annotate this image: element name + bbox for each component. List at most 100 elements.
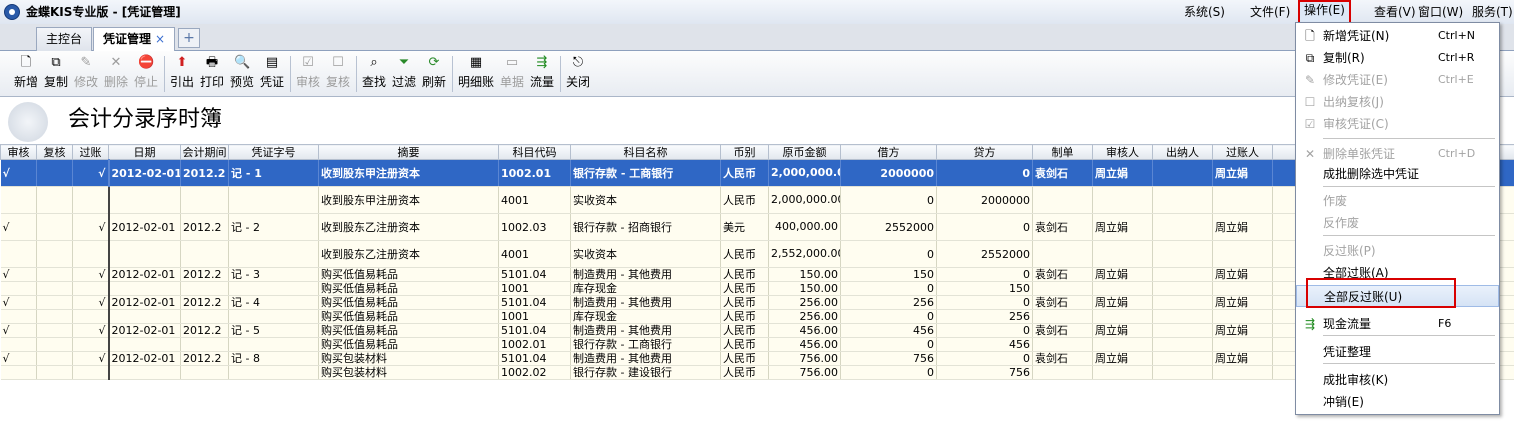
column-header[interactable]: 摘要 bbox=[318, 144, 499, 160]
annotation-highlight bbox=[1306, 278, 1456, 308]
table-cell: √ bbox=[0, 351, 37, 366]
table-row[interactable]: 购买低值易耗品 1001 库存现金 人民币 256.00 0 256 bbox=[0, 309, 1514, 324]
table-cell: 实收资本 bbox=[570, 186, 721, 214]
delete-button[interactable]: ✕ 删除 bbox=[102, 53, 130, 95]
column-header[interactable]: 审核人 bbox=[1092, 144, 1153, 160]
find-button[interactable]: ⌕ 查找 bbox=[360, 53, 388, 95]
column-header[interactable]: 借方 bbox=[840, 144, 937, 160]
column-header[interactable]: 日期 bbox=[108, 144, 181, 160]
column-header[interactable]: 制单 bbox=[1032, 144, 1093, 160]
table-cell: 150 bbox=[840, 267, 937, 282]
table-row[interactable]: √ √ 2012-02-01 2012.2 记 - 5 购买低值易耗品 5101.04 制造费… bbox=[0, 323, 1514, 338]
cash-flow-button[interactable]: ⇶ 流量 bbox=[528, 53, 556, 95]
menu-item[interactable]: 反过账(P) bbox=[1296, 240, 1499, 262]
export-button[interactable]: ⬆ 引出 bbox=[168, 53, 196, 95]
column-header[interactable]: 科目代码 bbox=[498, 144, 571, 160]
menu-item[interactable]: ✎ 修改凭证(E) Ctrl+E bbox=[1296, 69, 1499, 91]
table-cell bbox=[180, 240, 229, 268]
tab-voucher-management[interactable]: 凭证管理 × bbox=[93, 27, 175, 51]
exit-icon: ⎋ bbox=[572, 55, 584, 70]
menu-item[interactable]: 反作废 bbox=[1296, 212, 1499, 234]
column-header[interactable]: 币别 bbox=[720, 144, 769, 160]
new-button[interactable]: 🗋 新增 bbox=[12, 53, 40, 95]
tab-main-console[interactable]: 主控台 bbox=[36, 27, 92, 51]
close-icon[interactable]: × bbox=[155, 32, 165, 46]
table-cell bbox=[1092, 240, 1153, 268]
table-cell: 制造费用 - 其他费用 bbox=[570, 267, 721, 282]
menu-item[interactable]: ✕ 删除单张凭证 Ctrl+D bbox=[1296, 143, 1499, 165]
menu-item[interactable]: 作废 bbox=[1296, 190, 1499, 212]
menu-operation[interactable]: 操作(E) bbox=[1298, 0, 1351, 24]
menu-item[interactable]: 冲销(E) bbox=[1296, 391, 1499, 413]
table-row[interactable]: √ √ 2012-02-01 2012.2 记 - 1 收到股东甲注册资本 1002.01 银… bbox=[0, 159, 1514, 187]
voucher-button[interactable]: ▤ 凭证 bbox=[258, 53, 286, 95]
print-button[interactable]: 🖶 打印 bbox=[198, 53, 226, 95]
stop-button[interactable]: ⛔ 停止 bbox=[132, 53, 160, 95]
menu-item[interactable]: ☑ 审核凭证(C) bbox=[1296, 113, 1499, 135]
page-title: 会计分录序时簿 bbox=[68, 107, 223, 132]
table-cell: 周立娟 bbox=[1212, 351, 1273, 366]
column-header[interactable]: 出纳人 bbox=[1152, 144, 1213, 160]
table-row[interactable]: 购买包装材料 1002.02 银行存款 - 建设银行 人民币 756.00 0 756 bbox=[0, 365, 1514, 380]
table-cell: 0 bbox=[840, 337, 937, 352]
recheck-button[interactable]: ☐ 复核 bbox=[324, 53, 352, 95]
menu-item[interactable]: 凭证整理 bbox=[1296, 341, 1499, 363]
table-cell: 人民币 bbox=[720, 186, 769, 214]
table-row[interactable]: √ √ 2012-02-01 2012.2 记 - 4 购买低值易耗品 5101.04 制造费… bbox=[0, 295, 1514, 310]
menu-view[interactable]: 查看(V) bbox=[1374, 2, 1416, 22]
document-button[interactable]: ▭ 单据 bbox=[498, 53, 526, 95]
menu-item-label: 出纳复核(J) bbox=[1323, 95, 1384, 109]
table-row[interactable]: 收到股东甲注册资本 4001 实收资本 人民币 2,000,000.00 0 2000000 bbox=[0, 186, 1514, 214]
table-cell: 2012-02-01 bbox=[108, 159, 181, 187]
table-row[interactable]: √ √ 2012-02-01 2012.2 记 - 2 收到股东乙注册资本 1002.03 银… bbox=[0, 213, 1514, 241]
copy-button[interactable]: ⧉ 复制 bbox=[42, 53, 70, 95]
table-cell: √ bbox=[72, 295, 110, 310]
table-cell: 人民币 bbox=[720, 295, 769, 310]
refresh-button[interactable]: ⟳ 刷新 bbox=[420, 53, 448, 95]
column-header[interactable]: 过账人 bbox=[1212, 144, 1273, 160]
column-header[interactable]: 凭证字号 bbox=[228, 144, 319, 160]
filter-button[interactable]: ⏷ 过滤 bbox=[390, 53, 418, 95]
edit-button[interactable]: ✎ 修改 bbox=[72, 53, 100, 95]
menu-item[interactable]: 成批删除选中凭证 bbox=[1296, 163, 1499, 185]
menu-item[interactable]: ⇶ 现金流量 F6 bbox=[1296, 313, 1499, 335]
menu-item[interactable]: 成批审核(K) bbox=[1296, 369, 1499, 391]
table-cell bbox=[1212, 240, 1273, 268]
table-row[interactable]: 购买低值易耗品 1001 库存现金 人民币 150.00 0 150 bbox=[0, 281, 1514, 296]
table-cell: 周立娟 bbox=[1092, 295, 1153, 310]
preview-button[interactable]: 🔍 预览 bbox=[228, 53, 256, 95]
audit-button[interactable]: ☑ 审核 bbox=[294, 53, 322, 95]
column-header[interactable]: 贷方 bbox=[936, 144, 1033, 160]
table-cell: 456.00 bbox=[768, 323, 841, 338]
table-cell bbox=[108, 365, 181, 380]
table-row[interactable]: 收到股东乙注册资本 4001 实收资本 人民币 2,552,000.00 0 2552000 bbox=[0, 240, 1514, 268]
column-header[interactable]: 科目名称 bbox=[570, 144, 721, 160]
menu-item[interactable]: 🗋 新增凭证(N) Ctrl+N bbox=[1296, 25, 1499, 47]
menu-system[interactable]: 系统(S) bbox=[1184, 2, 1225, 22]
menu-item-label: 反过账(P) bbox=[1323, 244, 1376, 258]
menu-window[interactable]: 窗口(W) bbox=[1418, 2, 1463, 22]
table-cell: 0 bbox=[936, 295, 1033, 310]
add-tab-button[interactable]: + bbox=[178, 28, 200, 48]
menu-file[interactable]: 文件(F) bbox=[1250, 2, 1290, 22]
table-row[interactable]: √ √ 2012-02-01 2012.2 记 - 8 购买包装材料 5101.04 制造费用… bbox=[0, 351, 1514, 366]
table-cell bbox=[36, 186, 73, 214]
column-header[interactable]: 复核 bbox=[36, 144, 73, 160]
table-cell bbox=[1212, 186, 1273, 214]
table-cell: 2012-02-01 bbox=[108, 351, 181, 366]
column-header[interactable]: 会计期间 bbox=[180, 144, 229, 160]
column-header[interactable]: 过账 bbox=[72, 144, 109, 160]
column-header[interactable]: 原币金额 bbox=[768, 144, 841, 160]
detail-ledger-button[interactable]: ▦ 明细账 bbox=[456, 53, 496, 95]
menu-item[interactable]: ⧉ 复制(R) Ctrl+R bbox=[1296, 47, 1499, 69]
table-row[interactable]: 购买低值易耗品 1002.01 银行存款 - 工商银行 人民币 456.00 0 456 bbox=[0, 337, 1514, 352]
close-button[interactable]: ⎋ 关闭 bbox=[564, 53, 592, 95]
column-header[interactable]: 审核 bbox=[0, 144, 37, 160]
menu-service[interactable]: 服务(T) bbox=[1472, 2, 1513, 22]
menu-item[interactable]: ☐ 出纳复核(J) bbox=[1296, 91, 1499, 113]
table-cell: 256 bbox=[936, 309, 1033, 324]
table-row[interactable]: √ √ 2012-02-01 2012.2 记 - 3 购买低值易耗品 5101.04 制造费… bbox=[0, 267, 1514, 282]
table-cell bbox=[36, 240, 73, 268]
table-cell: 2012.2 bbox=[180, 323, 229, 338]
menu-item-label: 删除单张凭证 bbox=[1323, 147, 1396, 161]
